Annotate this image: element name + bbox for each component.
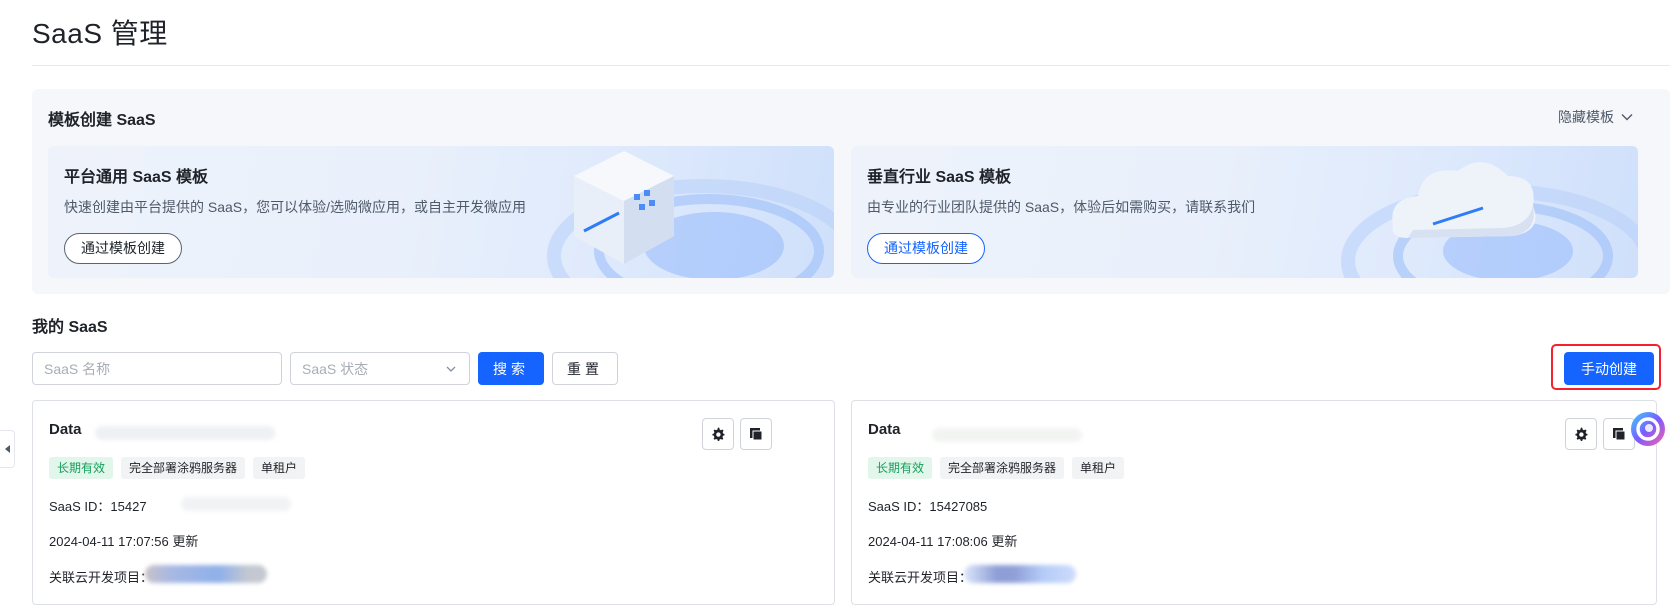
redacted-name: [932, 428, 1082, 442]
industry-template-title: 垂直行业 SaaS 模板: [867, 169, 1012, 186]
saas-id-row: SaaS ID：15427085: [868, 496, 987, 515]
search-button[interactable]: 搜索: [478, 352, 544, 385]
saas-card-name: Data: [868, 421, 901, 438]
redacted-project: [145, 565, 267, 583]
project-row: 关联云开发项目：: [49, 570, 154, 585]
chevron-down-icon: [446, 366, 456, 372]
saas-card-name: Data: [49, 421, 82, 438]
updated-time: 2024-04-11 17:07:56 更新: [49, 534, 199, 549]
status-badge: 长期有效: [49, 457, 114, 479]
platform-template-create-button[interactable]: 通过模板创建: [64, 233, 182, 264]
reset-button[interactable]: 重置: [552, 352, 618, 385]
title-divider: [32, 65, 1670, 66]
tenant-tag: 单租户: [253, 457, 306, 479]
tag-list: 长期有效 完全部署涂鸦服务器 单租户: [49, 457, 306, 479]
saas-name-input[interactable]: [32, 352, 282, 385]
settings-button[interactable]: [702, 418, 734, 450]
saas-card[interactable]: Data 长期有效 完全部署涂鸦服务器 单租户 SaaS ID：15427 20…: [32, 400, 835, 605]
saas-card[interactable]: Data 长期有效 完全部署涂鸦服务器 单租户 SaaS ID：15427085…: [851, 400, 1657, 605]
redacted-id: [181, 497, 291, 511]
manual-create-button[interactable]: 手动创建: [1564, 352, 1654, 385]
tag-list: 长期有效 完全部署涂鸦服务器 单租户: [868, 457, 1125, 479]
saas-id-label: SaaS ID：: [49, 499, 111, 514]
saas-id-label: SaaS ID：: [868, 499, 930, 514]
template-panel: 模板创建 SaaS 隐藏模板 平台通用 SaaS 模板 快速创建由平台提供的 S…: [32, 89, 1670, 294]
industry-template-create-button[interactable]: 通过模板创建: [867, 233, 985, 264]
platform-template-description: 快速创建由平台提供的 SaaS，您可以体验/选购微应用，或自主开发微应用: [64, 199, 527, 215]
hide-templates-toggle[interactable]: 隐藏模板: [1558, 107, 1634, 127]
cube-illustration: [547, 151, 834, 278]
industry-template-card: 垂直行业 SaaS 模板 由专业的行业团队提供的 SaaS，体验后如需购买，请联…: [851, 146, 1638, 278]
saas-id-row: SaaS ID：15427: [49, 496, 147, 515]
hide-templates-label: 隐藏模板: [1558, 109, 1614, 125]
deploy-tag: 完全部署涂鸦服务器: [121, 457, 246, 479]
saas-status-select[interactable]: SaaS 状态: [290, 352, 470, 385]
sidebar-expand-handle[interactable]: [0, 430, 15, 468]
page-title: SaaS 管理: [32, 18, 168, 49]
deploy-tag: 完全部署涂鸦服务器: [940, 457, 1065, 479]
template-panel-title: 模板创建 SaaS: [48, 112, 156, 129]
saas-id-value: 15427: [110, 499, 147, 514]
gear-icon: [712, 427, 725, 441]
copy-button[interactable]: [740, 418, 772, 450]
gear-icon: [1575, 427, 1588, 441]
copy-icon: [750, 428, 763, 441]
redacted-project: [964, 565, 1076, 583]
cloud-illustration: [1341, 162, 1638, 278]
saas-status-placeholder: SaaS 状态: [302, 360, 369, 377]
platform-template-card: 平台通用 SaaS 模板 快速创建由平台提供的 SaaS，您可以体验/选购微应用…: [48, 146, 834, 278]
settings-button[interactable]: [1565, 418, 1597, 450]
my-saas-title: 我的 SaaS: [32, 319, 108, 336]
saas-id-value: 15427085: [929, 499, 988, 514]
tenant-tag: 单租户: [1072, 457, 1125, 479]
copy-icon: [1613, 428, 1626, 441]
platform-template-title: 平台通用 SaaS 模板: [64, 169, 209, 186]
redacted-name: [95, 426, 275, 440]
industry-template-description: 由专业的行业团队提供的 SaaS，体验后如需购买，请联系我们: [867, 199, 1256, 215]
chevron-down-icon: [1621, 114, 1633, 121]
assistant-logo-icon[interactable]: [1630, 411, 1666, 447]
caret-left-icon: [4, 445, 10, 453]
project-row: 关联云开发项目：: [868, 570, 973, 585]
status-badge: 长期有效: [868, 457, 933, 479]
updated-time: 2024-04-11 17:08:06 更新: [868, 534, 1018, 549]
